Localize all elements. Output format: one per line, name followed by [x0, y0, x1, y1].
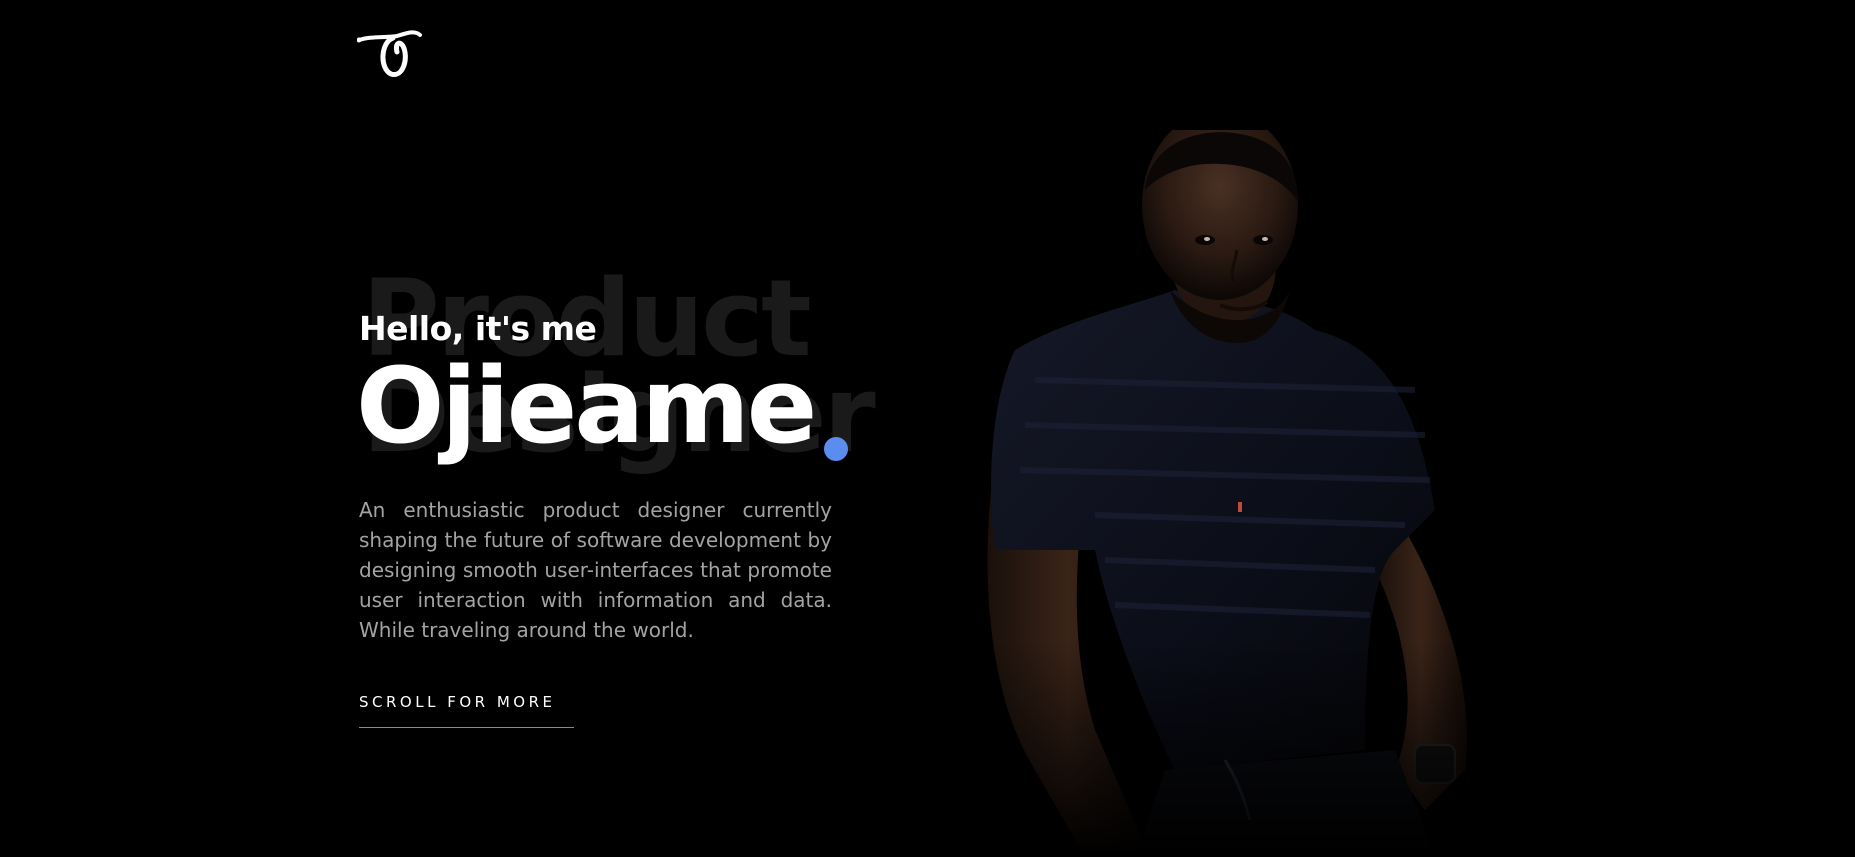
script-o-logo-icon — [357, 30, 422, 77]
accent-dot — [824, 437, 848, 461]
scroll-for-more-link[interactable]: SCROLL FOR MORE — [359, 693, 574, 728]
portrait-photo — [975, 130, 1515, 857]
hero-page: Product Designer Hello, it's me Ojieame … — [0, 0, 1855, 857]
name-heading: Ojieame — [356, 345, 817, 467]
greeting-text: Hello, it's me — [359, 309, 597, 348]
bio-paragraph: An enthusiastic product designer current… — [359, 498, 832, 642]
